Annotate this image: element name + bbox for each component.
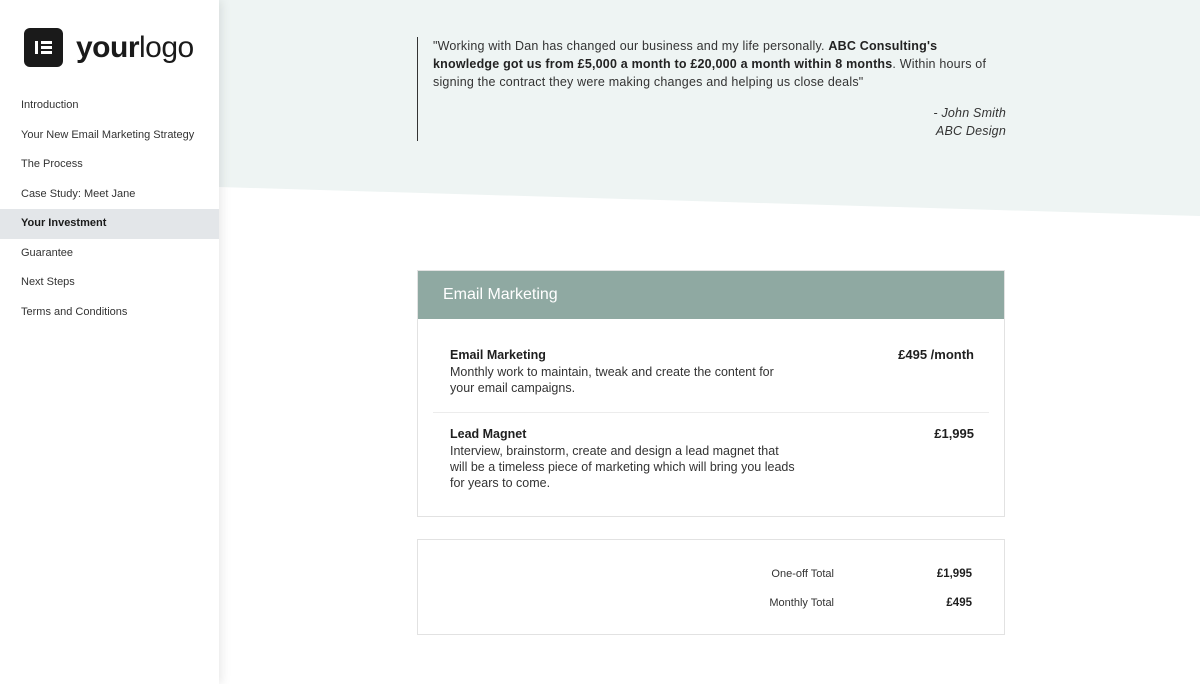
sidebar-item-terms-and-conditions[interactable]: Terms and Conditions bbox=[0, 298, 219, 328]
logo-text-bold: your bbox=[76, 30, 140, 64]
pricing-item: Lead Magnet Interview, brainstorm, creat… bbox=[450, 426, 974, 491]
pricing-card: Email Marketing Email Marketing Monthly … bbox=[417, 270, 1005, 517]
sidebar-item-next-steps[interactable]: Next Steps bbox=[0, 268, 219, 298]
brand-logo-icon bbox=[24, 28, 63, 67]
pricing-item: Email Marketing Monthly work to maintain… bbox=[450, 347, 974, 396]
monthly-total-label: Monthly Total bbox=[769, 597, 834, 609]
pricing-item-price: £1,995 bbox=[934, 426, 974, 441]
sidebar-item-the-process[interactable]: The Process bbox=[0, 150, 219, 180]
quote-text-start: "Working with Dan has changed our busine… bbox=[433, 39, 829, 53]
sidebar-item-guarantee[interactable]: Guarantee bbox=[0, 239, 219, 269]
pricing-item-description: Interview, brainstorm, create and design… bbox=[450, 444, 795, 490]
logo-text-light: logo bbox=[139, 30, 194, 64]
quote-text: "Working with Dan has changed our busine… bbox=[433, 37, 1007, 91]
sidebar: yourlogo Introduction Your New Email Mar… bbox=[0, 0, 219, 684]
totals-card: One-off Total £1,995 Monthly Total £495 bbox=[417, 539, 1005, 635]
one-off-total-value: £1,995 bbox=[936, 568, 972, 580]
proposal-page: yourlogo Introduction Your New Email Mar… bbox=[0, 0, 1200, 684]
one-off-total-label: One-off Total bbox=[771, 568, 834, 580]
sidebar-item-introduction[interactable]: Introduction bbox=[0, 91, 219, 121]
pricing-item-price: £495 /month bbox=[898, 347, 974, 362]
testimonial-quote: "Working with Dan has changed our busine… bbox=[417, 37, 1007, 141]
logo-text: yourlogo bbox=[76, 30, 194, 64]
sidebar-item-case-study[interactable]: Case Study: Meet Jane bbox=[0, 180, 219, 210]
sidebar-nav: Introduction Your New Email Marketing St… bbox=[0, 91, 219, 327]
quote-company: ABC Design bbox=[935, 123, 1006, 138]
sidebar-item-email-marketing-strategy[interactable]: Your New Email Marketing Strategy bbox=[0, 121, 219, 151]
pricing-item-title: Lead Magnet bbox=[450, 427, 527, 441]
pricing-item-description: Monthly work to maintain, tweak and crea… bbox=[450, 365, 774, 395]
quote-author: - John Smith bbox=[933, 106, 1006, 120]
pricing-divider bbox=[433, 412, 989, 413]
logo[interactable]: yourlogo bbox=[24, 28, 194, 67]
sidebar-item-your-investment[interactable]: Your Investment bbox=[0, 209, 219, 239]
monthly-total-value: £495 bbox=[946, 597, 972, 609]
pricing-card-header: Email Marketing bbox=[418, 271, 1004, 319]
pricing-item-title: Email Marketing bbox=[450, 348, 546, 362]
quote-attribution: - John Smith ABC Design bbox=[433, 105, 1007, 140]
